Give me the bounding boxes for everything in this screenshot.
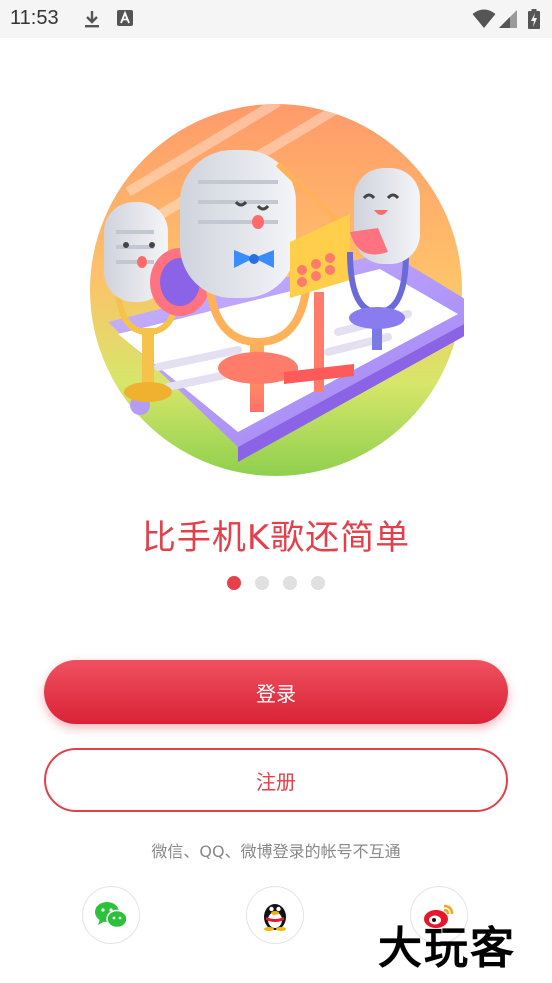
login-button[interactable]: 登录: [44, 660, 508, 724]
status-bar: 11:53: [0, 0, 552, 38]
tagline: 比手机K歌还简单: [141, 518, 411, 558]
battery-charging-icon: [528, 9, 540, 29]
download-icon: [85, 11, 99, 28]
karaoke-microphones-illustration: [90, 104, 464, 476]
page-dot-3[interactable]: [283, 576, 297, 590]
status-time: 11:53: [10, 7, 59, 29]
qq-penguin-icon: [264, 904, 286, 931]
page-dot-4[interactable]: [311, 576, 325, 590]
page-dot-1[interactable]: [227, 576, 241, 590]
wifi-icon: [472, 9, 496, 28]
font-a-icon: [117, 10, 133, 26]
watermark: 大玩客: [378, 923, 516, 974]
register-button[interactable]: 注册: [44, 748, 508, 812]
wechat-login-button[interactable]: [82, 886, 140, 944]
qq-login-button[interactable]: [246, 886, 304, 944]
wechat-icon: [95, 902, 128, 929]
page-dot-2[interactable]: [255, 576, 269, 590]
login-notice: 微信、QQ、微博登录的帐号不互通: [151, 842, 401, 861]
page-indicator: [0, 576, 552, 590]
signal-icon: [499, 10, 517, 28]
